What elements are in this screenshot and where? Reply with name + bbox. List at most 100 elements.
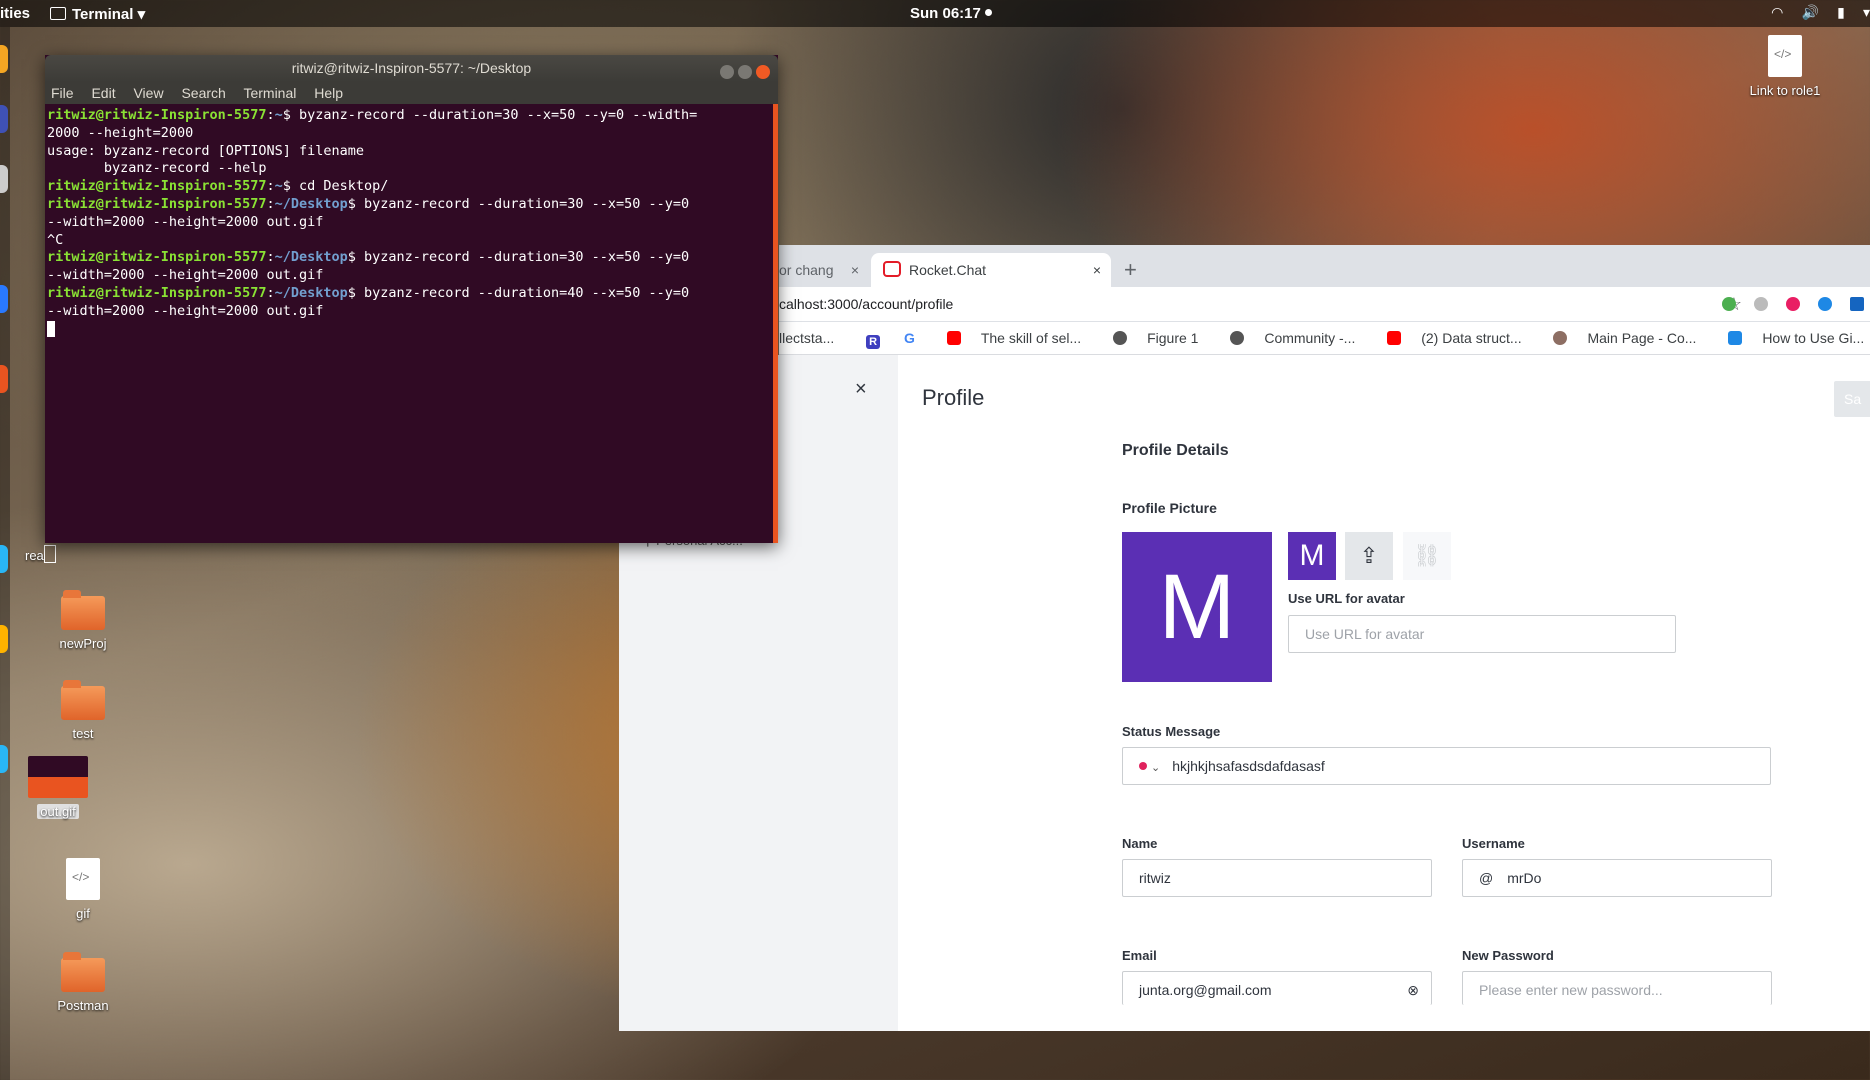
terminal-titlebar[interactable]: ritwiz@ritwiz-Inspiron-5577: ~/Desktop <box>45 55 778 82</box>
extension-icon[interactable] <box>1818 297 1833 311</box>
bookmark-item[interactable]: G <box>904 330 915 346</box>
dock-app-icon[interactable] <box>0 45 8 73</box>
bookmark-label: How to Use Gi... <box>1762 330 1865 346</box>
extension-icon[interactable] <box>1850 297 1864 311</box>
cloud-upload-icon: ⇪ <box>1359 543 1379 568</box>
site-icon <box>1553 331 1568 345</box>
terminal-scrollbar[interactable] <box>773 104 778 543</box>
prompt-separator: : <box>266 178 275 195</box>
desktop-folder-test[interactable]: test <box>43 680 123 741</box>
menu-item[interactable]: Search <box>181 85 225 101</box>
username-input[interactable]: @ mrDo <box>1462 859 1772 897</box>
close-icon[interactable] <box>756 65 770 79</box>
desktop-folder-newproj[interactable]: newProj <box>43 590 123 651</box>
activities-button[interactable]: ities <box>0 5 30 22</box>
bookmark-item[interactable]: Main Page - Co... <box>1539 330 1696 346</box>
menu-item[interactable]: Edit <box>91 85 115 101</box>
bookmark-label: The skill of sel... <box>980 330 1082 346</box>
terminal-output[interactable]: ritwiz@ritwiz-Inspiron-5577:~$ byzanz-re… <box>45 104 778 342</box>
bookmark-item[interactable]: llectsta... <box>779 330 834 346</box>
site-icon <box>1728 331 1743 345</box>
extension-icon[interactable] <box>1722 297 1737 311</box>
bookmark-item[interactable]: Figure 1 <box>1099 330 1198 346</box>
username-label: Username <box>1462 836 1525 851</box>
bookmark-item[interactable]: R <box>852 330 886 349</box>
close-icon[interactable]: × <box>1093 253 1101 287</box>
notification-dot <box>984 9 992 16</box>
avatar-option[interactable]: M <box>1288 532 1336 580</box>
battery-icon: ▮ <box>1837 4 1845 20</box>
wifi-icon: ◠ <box>1771 4 1784 20</box>
tab-strip: or chang × Rocket.Chat × + <box>779 245 1870 287</box>
status-message-input[interactable]: ⌄ hkjhkjhsafasdsdafdasasf <box>1122 747 1771 785</box>
desktop-file-out-gif[interactable]: out.gif <box>18 756 98 819</box>
bookmark-item[interactable]: The skill of sel... <box>933 330 1081 346</box>
dock-app-icon[interactable] <box>0 365 8 393</box>
browser-tab-active[interactable]: Rocket.Chat × <box>871 253 1111 287</box>
dock-app-icon[interactable] <box>0 285 8 313</box>
dock-app-icon[interactable] <box>0 105 8 133</box>
desktop-file-gif[interactable]: gif <box>43 858 123 921</box>
chevron-down-icon: ⌄ <box>1151 762 1161 774</box>
prompt-user: ritwiz@ritwiz-Inspiron-5577 <box>47 284 267 301</box>
email-value: junta.org@gmail.com <box>1139 982 1272 998</box>
maximize-icon[interactable] <box>738 65 752 79</box>
bookmark-item[interactable]: Community -... <box>1216 330 1355 346</box>
menu-item[interactable]: File <box>51 85 74 101</box>
prompt-symbol: $ <box>282 107 291 123</box>
bookmark-item[interactable]: (2) Data struct... <box>1373 330 1522 346</box>
menu-item[interactable]: Help <box>314 85 343 101</box>
avatar-url-button[interactable]: ⛓ <box>1403 532 1451 580</box>
desktop-rea[interactable]: rea <box>25 545 85 563</box>
status-dot <box>1139 762 1147 770</box>
address-bar[interactable]: calhost:3000/account/profile ☆ <box>779 287 1870 321</box>
terminal-output-text: ^C <box>47 231 64 248</box>
minimize-icon[interactable] <box>720 65 734 79</box>
terminal-window: ritwiz@ritwiz-Inspiron-5577: ~/Desktop F… <box>45 55 778 543</box>
close-icon[interactable]: × <box>855 378 867 401</box>
prompt-separator: : <box>266 195 275 212</box>
file-icon <box>66 858 100 900</box>
dock-app-icon[interactable] <box>0 165 8 193</box>
name-input[interactable]: ritwiz <box>1122 859 1432 897</box>
extension-icon[interactable] <box>1786 297 1801 311</box>
text-cursor <box>43 545 56 563</box>
prompt-symbol: $ <box>347 249 356 266</box>
close-icon[interactable]: × <box>851 253 859 287</box>
status-selector[interactable]: ⌄ <box>1139 758 1172 774</box>
clock[interactable]: Sun 06:17 <box>910 5 992 22</box>
folder-icon <box>61 952 105 992</box>
prompt-path: ~/Desktop <box>274 249 348 266</box>
save-button[interactable]: Sa <box>1834 381 1870 417</box>
image-thumbnail-icon <box>28 756 88 798</box>
terminal-cursor <box>47 320 55 337</box>
upload-avatar-button[interactable]: ⇪ <box>1345 532 1393 580</box>
prompt-user: ritwiz@ritwiz-Inspiron-5577 <box>47 249 267 266</box>
avatar-url-input[interactable]: Use URL for avatar <box>1288 615 1676 653</box>
youtube-icon <box>1387 331 1402 345</box>
bookmark-item[interactable]: How to Use Gi... <box>1714 330 1864 346</box>
dock-app-icon[interactable] <box>0 745 8 773</box>
system-tray[interactable]: ◠ 🔊 ▮ ▾ <box>1757 4 1870 21</box>
globe-icon <box>1230 331 1245 345</box>
dock-app-icon[interactable] <box>0 625 8 653</box>
terminal-menubar: File Edit View Search Terminal Help <box>45 82 778 104</box>
browser-tab[interactable]: or chang × <box>779 253 869 287</box>
new-password-input[interactable]: Please enter new password... <box>1462 971 1772 1005</box>
dock-app-icon[interactable] <box>0 545 8 573</box>
terminal-line: ritwiz@ritwiz-Inspiron-5577:~/Desktop$ b… <box>47 285 776 321</box>
url-text: calhost:3000/account/profile <box>779 296 954 312</box>
new-tab-button[interactable]: + <box>1124 253 1137 287</box>
desktop-icon-label: gif <box>76 906 90 921</box>
extension-icon[interactable] <box>1754 297 1769 311</box>
bookmark-label: Community -... <box>1264 330 1356 346</box>
menu-item[interactable]: Terminal <box>243 85 296 101</box>
desktop-folder-postman[interactable]: Postman <box>43 952 123 1013</box>
email-input[interactable]: junta.org@gmail.com ⊗ <box>1122 971 1432 1005</box>
desktop-link-role1[interactable]: Link to role1 <box>1745 35 1825 98</box>
verify-email-icon[interactable]: ⊗ <box>1407 972 1419 1008</box>
prompt-path: ~ <box>274 107 283 123</box>
desktop-icon-label: Postman <box>57 998 109 1013</box>
app-menu[interactable]: Terminal ▾ <box>50 5 145 23</box>
menu-item[interactable]: View <box>133 85 163 101</box>
